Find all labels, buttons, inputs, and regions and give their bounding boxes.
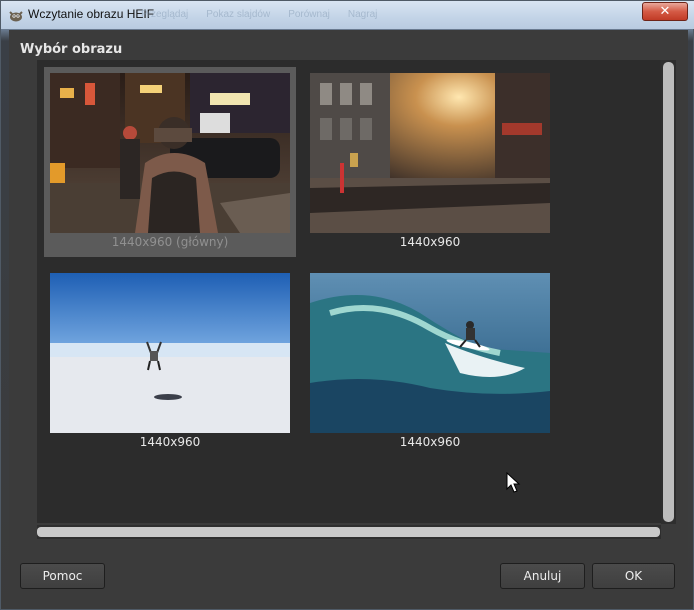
title-bar[interactable]: Wczytanie obrazu HEIF Przeglądaj Pokaz s…	[1, 1, 694, 29]
background-toolbar-item: Przeglądaj	[141, 8, 189, 20]
section-heading: Wybór obrazu	[20, 42, 123, 57]
image-grid: 1440x960 (główny) 1440x960 1440x960 1440…	[37, 60, 662, 523]
background-toolbar: Przeglądaj Pokaz slajdów Porównaj Nagraj	[141, 5, 611, 23]
thumbnail-label: 1440x960	[399, 235, 461, 249]
background-toolbar-item: Porównaj	[288, 8, 330, 20]
gimp-app-icon	[9, 11, 23, 22]
dialog-body: Wybór obrazu 1440x960 (główny) 1440x960 …	[9, 30, 688, 604]
horizontal-scrollbar[interactable]	[37, 525, 661, 539]
thumbnail-label: 1440x960 (główny)	[111, 235, 229, 249]
mouse-cursor-icon	[506, 472, 521, 493]
thumbnail-image	[310, 273, 550, 433]
image-thumbnail[interactable]: 1440x960	[44, 267, 296, 457]
background-toolbar-item: Nagraj	[347, 8, 378, 20]
thumbnail-label: 1440x960	[399, 435, 461, 449]
help-button[interactable]: Pomoc	[20, 563, 105, 589]
vertical-scrollbar[interactable]	[661, 60, 676, 524]
background-toolbar-item: Pokaz slajdów	[206, 8, 271, 20]
scrollbar-thumb[interactable]	[37, 527, 660, 537]
scrollbar-thumb[interactable]	[663, 62, 674, 522]
thumbnail-label: 1440x960	[139, 435, 201, 449]
heif-import-window: Wczytanie obrazu HEIF Przeglądaj Pokaz s…	[0, 0, 694, 610]
window-title: Wczytanie obrazu HEIF	[28, 7, 155, 21]
thumbnail-image	[50, 273, 290, 433]
image-thumbnail-primary[interactable]: 1440x960 (główny)	[44, 67, 296, 257]
image-thumbnail[interactable]: 1440x960	[304, 267, 556, 457]
ok-button[interactable]: OK	[592, 563, 675, 589]
thumbnail-image	[310, 73, 550, 233]
image-thumbnail[interactable]: 1440x960	[304, 67, 556, 257]
close-icon: ✕	[659, 4, 671, 19]
cancel-button[interactable]: Anuluj	[500, 563, 585, 589]
thumbnail-image	[50, 73, 290, 233]
close-button[interactable]: ✕	[642, 2, 688, 21]
